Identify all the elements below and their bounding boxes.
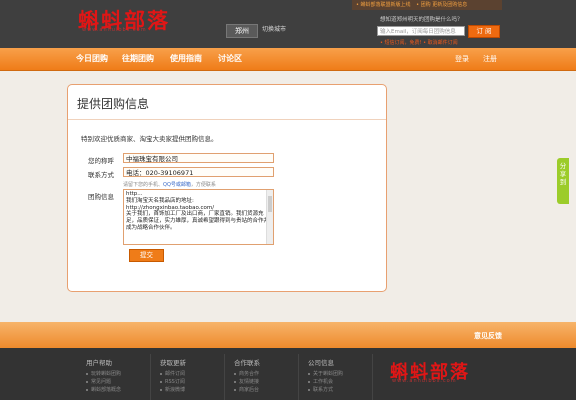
info-line: 我们淘宝天名我品店的地址: bbox=[126, 197, 194, 204]
footer-link[interactable]: 新浪微博 bbox=[160, 386, 186, 394]
contact-hint: 请留下您的手机、QQ号或邮箱，方便联系 bbox=[123, 181, 216, 188]
intro-text: 特别欢迎优质商家、淘宝大卖家提供团购信息。 bbox=[81, 135, 218, 143]
info-line: http... bbox=[126, 191, 143, 197]
deal-info-textarea[interactable]: http... 我们淘宝天名我品店的地址: http://zhongxinbao… bbox=[123, 189, 274, 245]
footer-link[interactable]: 邮件订阅 bbox=[160, 370, 186, 378]
submit-deal-panel: 提供团购信息 特别欢迎优质商家、淘宝大卖家提供团购信息。 您的称呼 中福珠宝有限… bbox=[67, 84, 387, 292]
nav-today-deals[interactable]: 今日团购 bbox=[76, 48, 108, 70]
notice-item[interactable]: • 蝌蚪部落联盟新版上线 bbox=[356, 2, 411, 8]
feedback-bar: 意见反馈 bbox=[0, 322, 576, 348]
email-subscribe-input[interactable]: 输入Email，订阅每日团购信息 bbox=[377, 26, 465, 36]
footer-divider bbox=[150, 354, 151, 400]
top-header: 蝌蚪部落 www.anhuibbs.com 郑州 切换城市 • 蝌蚪部落联盟新版… bbox=[0, 0, 576, 48]
title-divider bbox=[68, 119, 386, 120]
name-label: 您的称呼 bbox=[88, 157, 114, 165]
name-field[interactable]: 中福珠宝有限公司 bbox=[123, 153, 274, 163]
site-footer: 用户帮助 玩转蝌蚪团购 常见问题 蝌蚪部落概念 获取更新 邮件订阅 RSS订阅 … bbox=[0, 348, 576, 400]
submit-button[interactable]: 提交 bbox=[129, 249, 164, 262]
footer-divider bbox=[298, 354, 299, 400]
nav-past-deals[interactable]: 往期团购 bbox=[122, 48, 154, 70]
hint-prefix: 请留下您的手机、 bbox=[123, 182, 164, 188]
footer-col-title: 获取更新 bbox=[160, 359, 186, 367]
main-nav: 今日团购 往期团购 使用指南 讨论区 登录 注册 bbox=[0, 48, 576, 71]
sms-subscribe-link[interactable]: • 短信订阅，免费! bbox=[380, 40, 422, 46]
footer-col-title: 用户帮助 bbox=[86, 359, 112, 367]
footer-link[interactable]: 商务合作 bbox=[234, 370, 260, 378]
footer-link[interactable]: 联系方式 bbox=[308, 386, 343, 394]
footer-link[interactable]: 蝌蚪部落概念 bbox=[86, 386, 121, 394]
footer-col-updates: 获取更新 邮件订阅 RSS订阅 新浪微博 bbox=[160, 357, 186, 394]
footer-col-company: 公司信息 关于蝌蚪团购 工作机会 联系方式 bbox=[308, 357, 343, 394]
subscribe-button[interactable]: 订 阅 bbox=[468, 25, 500, 38]
info-line: 关于我们，首饰加工厂及出口商，厂家直销。我们货源充足，品质保证，实力雄厚，真诚希… bbox=[126, 211, 270, 231]
textarea-scrollbar[interactable] bbox=[266, 190, 273, 244]
scroll-thumb[interactable] bbox=[268, 196, 272, 212]
footer-link[interactable]: RSS订阅 bbox=[160, 378, 186, 386]
nav-forum[interactable]: 讨论区 bbox=[218, 48, 242, 70]
footer-link[interactable]: 友情链接 bbox=[234, 378, 260, 386]
footer-col-help: 用户帮助 玩转蝌蚪团购 常见问题 蝌蚪部落概念 bbox=[86, 357, 121, 394]
notice-item[interactable]: • 团购 更新及团购信息 bbox=[416, 2, 467, 8]
footer-link[interactable]: 工作机会 bbox=[308, 378, 343, 386]
share-side-tab[interactable]: 分享到 bbox=[557, 158, 569, 204]
footer-logo-url: www.anhuibbs.com bbox=[392, 378, 457, 384]
unsubscribe-link[interactable]: • 取消邮件订阅 bbox=[423, 40, 458, 46]
feedback-link[interactable]: 意见反馈 bbox=[474, 331, 502, 341]
switch-city-link[interactable]: 切换城市 bbox=[262, 25, 286, 35]
footer-link[interactable]: 关于蝌蚪团购 bbox=[308, 370, 343, 378]
subscribe-links: • 短信订阅，免费! • 取消邮件订阅 bbox=[380, 39, 458, 46]
footer-link[interactable]: 商家后台 bbox=[234, 386, 260, 394]
current-city: 郑州 bbox=[226, 24, 258, 38]
hint-suffix: ，方便联系 bbox=[190, 182, 216, 188]
login-link[interactable]: 登录 bbox=[455, 48, 469, 70]
contact-label: 联系方式 bbox=[88, 171, 114, 179]
nav-user-guide[interactable]: 使用指南 bbox=[170, 48, 202, 70]
subscribe-prompt: 想知道郑州明天的团购是什么吗？ bbox=[380, 17, 463, 23]
footer-col-title: 公司信息 bbox=[308, 359, 334, 367]
logo-url: www.anhuibbs.com bbox=[82, 27, 147, 33]
footer-link[interactable]: 玩转蝌蚪团购 bbox=[86, 370, 121, 378]
footer-divider bbox=[372, 354, 373, 400]
contact-field[interactable]: 电话：020-39106971 bbox=[123, 167, 274, 177]
footer-divider bbox=[224, 354, 225, 400]
hint-link[interactable]: QQ号或邮箱 bbox=[163, 182, 191, 188]
page-title: 提供团购信息 bbox=[77, 97, 150, 111]
footer-col-cooperation: 合作联系 商务合作 友情链接 商家后台 bbox=[234, 357, 260, 394]
register-link[interactable]: 注册 bbox=[483, 48, 497, 70]
info-label: 团购信息 bbox=[88, 193, 114, 201]
footer-col-title: 合作联系 bbox=[234, 359, 260, 367]
top-notice-bar: • 蝌蚪部落联盟新版上线 • 团购 更新及团购信息 bbox=[352, 0, 502, 10]
footer-link[interactable]: 常见问题 bbox=[86, 378, 121, 386]
